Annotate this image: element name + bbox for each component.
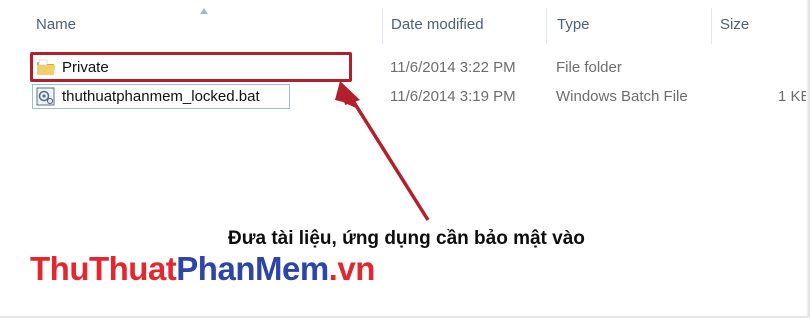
column-header-bar: Name Date modified Type Size (0, 0, 810, 46)
sort-ascending-icon (200, 8, 208, 14)
file-date-modified: 11/6/2014 3:22 PM (390, 59, 516, 76)
file-type: File folder (556, 59, 622, 76)
column-header-name[interactable]: Name (36, 16, 76, 33)
column-header-date-modified[interactable]: Date modified (391, 16, 484, 33)
column-divider[interactable] (711, 8, 712, 44)
watermark-part-1: ThuThuat (30, 250, 177, 287)
column-divider[interactable] (382, 8, 383, 44)
selection-focus-border (32, 84, 290, 109)
watermark-logo: ThuThuatPhanMem.vn (30, 250, 375, 288)
column-header-type[interactable]: Type (557, 16, 590, 33)
watermark-part-3: .vn (328, 250, 376, 287)
watermark-part-2: PhanMem (176, 250, 329, 287)
annotation-text: Đưa tài liệu, ứng dụng cần bảo mật vào (228, 228, 585, 249)
column-divider[interactable] (546, 8, 547, 44)
window-edge-shadow (806, 0, 810, 318)
file-type: Windows Batch File (556, 88, 688, 105)
file-date-modified: 11/6/2014 3:19 PM (390, 88, 516, 105)
column-header-size[interactable]: Size (720, 16, 749, 33)
highlight-box (30, 52, 352, 82)
